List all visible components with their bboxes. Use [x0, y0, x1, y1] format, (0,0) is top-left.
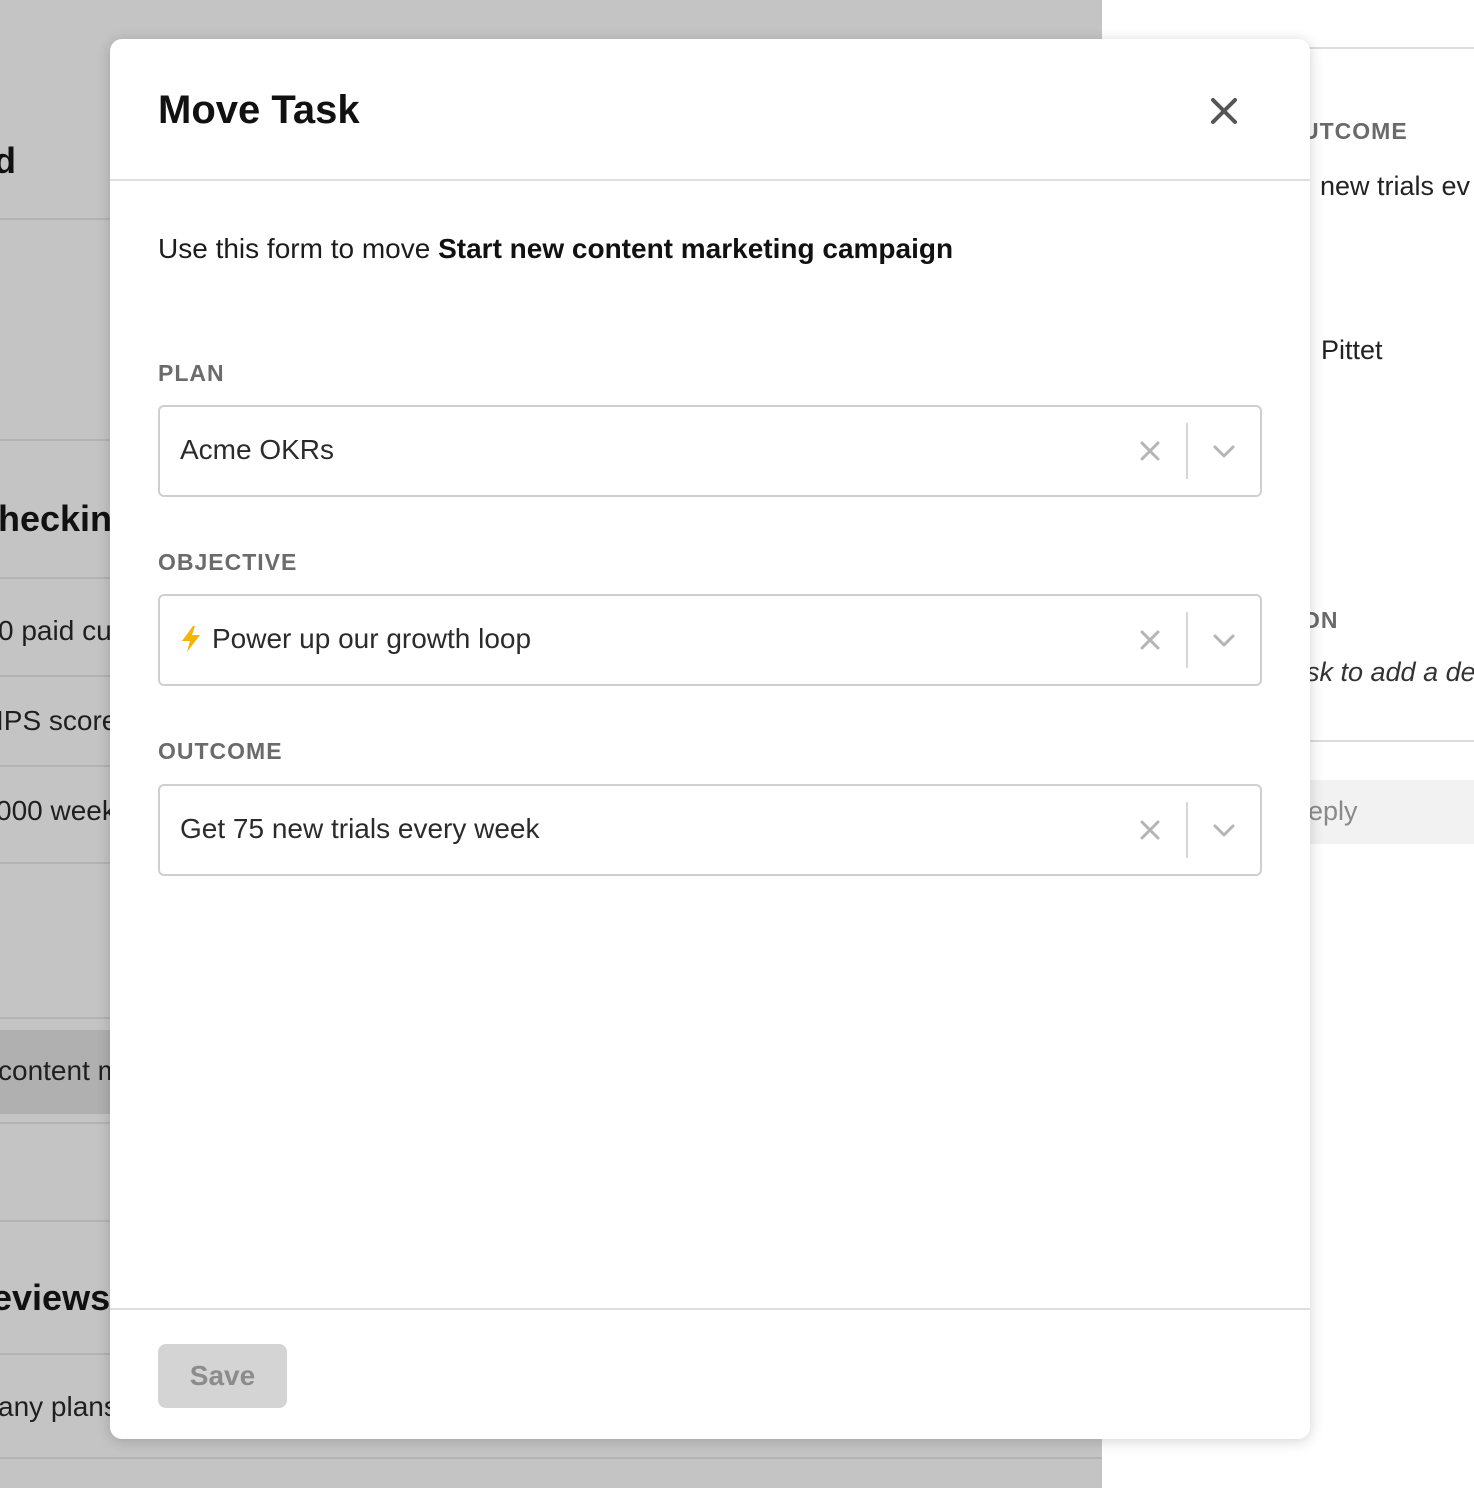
background-row: 0 paid cu [0, 615, 112, 646]
select-separator [1186, 802, 1188, 858]
clear-icon[interactable] [1138, 818, 1162, 842]
modal-footer: Save [110, 1308, 1310, 1439]
modal-header: Move Task [110, 39, 1310, 181]
lightning-bolt-icon [182, 625, 200, 652]
select-separator [1186, 423, 1188, 479]
outcome-select[interactable]: Get 75 new trials every week [158, 784, 1262, 876]
page: d heckins 0 paid cu IPS score 000 week c… [0, 0, 1474, 1488]
detail-description-placeholder: sk to add a de [1306, 657, 1474, 687]
clear-icon[interactable] [1138, 439, 1162, 463]
divider [0, 1457, 1102, 1459]
objective-select-value: Power up our growth loop [212, 623, 532, 654]
outcome-label: OUTCOME [158, 738, 283, 764]
background-row: any plans [0, 1391, 118, 1422]
close-icon [1211, 98, 1237, 124]
plan-select-value: Acme OKRs [180, 434, 335, 465]
plan-select[interactable]: Acme OKRs [158, 405, 1262, 497]
intro-text: Use this form to move Start new content … [158, 229, 953, 269]
objective-select[interactable]: Power up our growth loop [158, 594, 1262, 686]
background-heading-reviews: eviews [0, 1277, 111, 1318]
background-row: content m [0, 1055, 121, 1086]
chevron-down-icon[interactable] [1212, 441, 1236, 461]
detail-outcome-label: UTCOME [1302, 118, 1408, 144]
move-task-modal: Move Task Use this form to move Start ne… [110, 39, 1310, 1439]
objective-select-value-wrap: Power up our growth loop [180, 620, 531, 658]
objective-label: OBJECTIVE [158, 549, 298, 575]
background-row: IPS score [0, 705, 118, 736]
background-row: 000 week [0, 795, 116, 826]
background-heading: d [0, 140, 16, 181]
detail-owner-value: Pittet [1321, 335, 1383, 365]
detail-outcome-value: new trials ev [1320, 171, 1471, 201]
intro-prefix: Use this form to move [158, 233, 439, 264]
select-separator [1186, 612, 1188, 668]
task-name: Start new content marketing campaign [438, 233, 954, 264]
outcome-select-value: Get 75 new trials every week [180, 813, 540, 844]
modal-title: Move Task [158, 88, 360, 132]
chevron-down-icon[interactable] [1212, 630, 1236, 650]
clear-icon[interactable] [1138, 628, 1162, 652]
close-button[interactable] [1202, 89, 1246, 133]
reply-placeholder: eply [1308, 796, 1358, 826]
chevron-down-icon[interactable] [1212, 820, 1236, 840]
save-button[interactable]: Save [158, 1344, 287, 1408]
plan-label: PLAN [158, 360, 225, 386]
